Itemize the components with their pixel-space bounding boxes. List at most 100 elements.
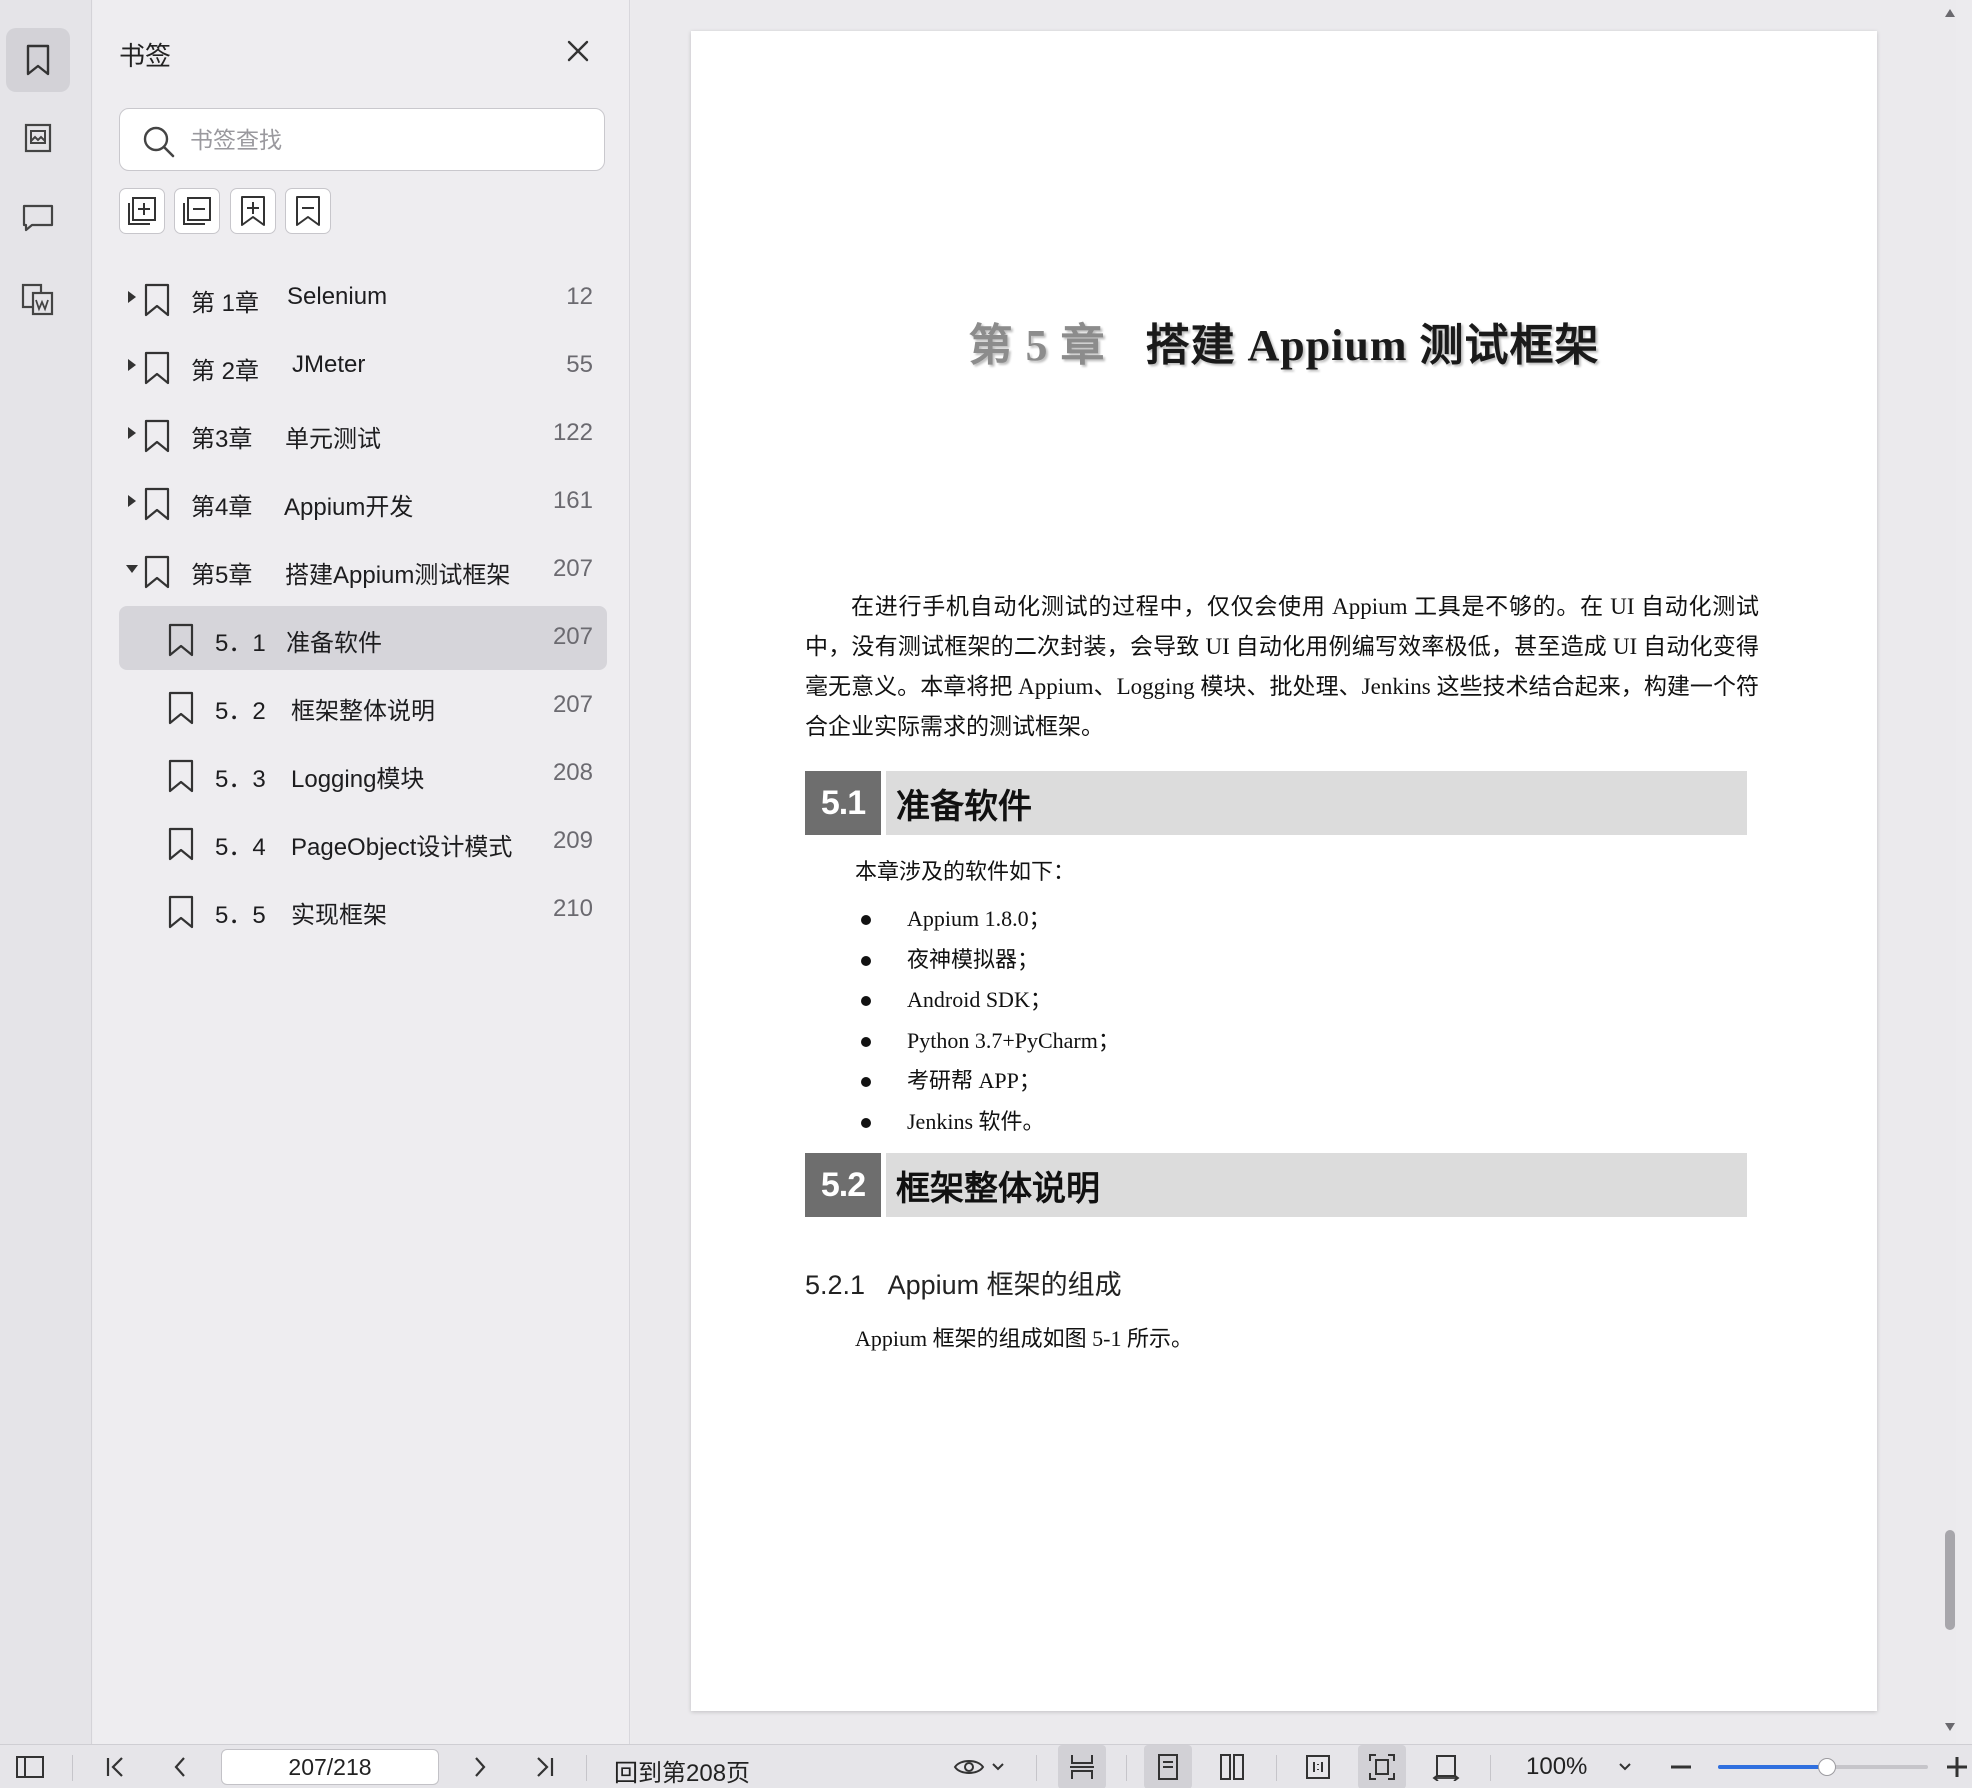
go-back-link[interactable]: 回到第208页	[614, 1753, 750, 1788]
bookmark-icon	[144, 419, 170, 453]
search-icon	[143, 126, 175, 158]
scroll-up-arrow-icon[interactable]	[1944, 8, 1956, 18]
bookmark-section-number: 5．3	[215, 766, 266, 793]
panel-title: 书签	[119, 41, 172, 71]
bookmark-title: 实现框架	[291, 902, 387, 929]
bookmark-page-number: 55	[566, 351, 593, 378]
expand-caret-icon[interactable]	[125, 494, 139, 508]
bookmark-chapter-number: 第5章	[191, 562, 253, 589]
section-number: 5.1	[805, 771, 881, 835]
zoom-slider-knob[interactable]	[1818, 1758, 1837, 1776]
expand-caret-icon[interactable]	[125, 426, 139, 440]
attachment-icon	[21, 283, 54, 316]
list-item: 夜神模拟器；	[855, 940, 1120, 981]
bookmark-page-number: 207	[552, 555, 593, 582]
single-page-button[interactable]	[1144, 1745, 1192, 1788]
bookmark-chapter-5[interactable]: 第5章 搭建Appium测试框架 207	[119, 538, 607, 602]
expand-caret-icon[interactable]	[125, 358, 139, 372]
continuous-scroll-button[interactable]	[1058, 1745, 1106, 1788]
comments-panel-button[interactable]	[6, 186, 70, 250]
two-page-icon	[1220, 1754, 1244, 1780]
document-viewer[interactable]: 第 5 章搭建 Appium 测试框架 在进行手机自动化测试的过程中，仅仅会使用…	[631, 0, 1956, 1744]
bookmark-section-5-1[interactable]: 5．1 准备软件 207	[119, 606, 607, 670]
fit-width-button[interactable]	[1422, 1745, 1470, 1788]
bookmark-chapter-1[interactable]: 第 1章 Selenium 12	[119, 266, 607, 330]
bookmarks-panel-button[interactable]	[6, 28, 70, 92]
comment-icon	[22, 204, 54, 232]
bookmark-page-number: 122	[552, 419, 593, 446]
continuous-scroll-icon	[1070, 1755, 1094, 1779]
remove-bookmark-icon	[296, 196, 320, 226]
chevron-down-icon[interactable]	[1618, 1762, 1632, 1772]
bookmark-icon	[168, 623, 194, 657]
section-lead-text: 本章涉及的软件如下：	[855, 859, 1076, 884]
subsection-heading: 5.2.1 Appium 框架的组成	[805, 1263, 1122, 1302]
first-page-button[interactable]	[98, 1745, 134, 1788]
list-item: 考研帮 APP；	[855, 1061, 1120, 1102]
zoom-level[interactable]: 100%	[1526, 1753, 1587, 1781]
collapse-all-button[interactable]	[174, 188, 220, 234]
section-number: 5.2	[805, 1153, 881, 1217]
add-bookmark-button[interactable]	[230, 188, 276, 234]
close-icon[interactable]	[563, 36, 593, 66]
thumbnails-panel-button[interactable]	[6, 106, 70, 170]
bookmark-section-5-2[interactable]: 5．2 框架整体说明 207	[119, 674, 607, 738]
section-heading-5-2: 5.2 框架整体说明	[805, 1153, 1747, 1217]
thumbnail-icon	[24, 123, 52, 153]
left-icon-rail	[0, 0, 92, 1744]
actual-size-button[interactable]	[1294, 1745, 1342, 1788]
bookmark-panel: 书签 第 1章 Selenium 12 第 2章 JMeter 55 第3章 单…	[93, 0, 630, 1744]
fit-page-button[interactable]	[1358, 1745, 1406, 1788]
scroll-down-arrow-icon[interactable]	[1944, 1722, 1956, 1732]
bookmark-section-number: 5．4	[215, 834, 266, 861]
list-item: Python 3.7+PyCharm；	[855, 1021, 1120, 1062]
bookmark-search	[119, 108, 605, 171]
bookmark-chapter-4[interactable]: 第4章 Appium开发 161	[119, 470, 607, 534]
next-page-button[interactable]	[462, 1745, 498, 1788]
add-bookmark-icon	[241, 196, 265, 226]
bookmark-title: Logging模块	[291, 766, 425, 793]
two-page-button[interactable]	[1208, 1745, 1256, 1788]
toggle-sidebar-button[interactable]	[10, 1745, 50, 1788]
bookmark-section-5-4[interactable]: 5．4 PageObject设计模式 209	[119, 810, 607, 874]
view-mode-dropdown[interactable]	[948, 1745, 1010, 1788]
zoom-slider[interactable]	[1718, 1758, 1928, 1776]
page-number-field[interactable]: 207/218	[221, 1749, 439, 1785]
bookmark-chapter-2[interactable]: 第 2章 JMeter 55	[119, 334, 607, 398]
bookmark-title: Selenium	[287, 283, 388, 310]
bookmark-section-5-5[interactable]: 5．5 实现框架 210	[119, 878, 607, 942]
bookmark-chapter-number: 第 2章	[191, 358, 260, 385]
actual-size-icon	[1306, 1755, 1330, 1779]
vertical-scrollbar[interactable]	[1938, 0, 1960, 1744]
bookmark-page-number: 207	[552, 623, 593, 650]
bookmark-page-number: 209	[552, 827, 593, 854]
fit-page-icon	[1369, 1754, 1395, 1780]
bookmark-chapter-number: 第3章	[191, 426, 253, 453]
last-page-button[interactable]	[526, 1745, 562, 1788]
expand-caret-icon[interactable]	[125, 290, 139, 304]
intro-paragraph: 在进行手机自动化测试的过程中，仅仅会使用 Appium 工具是不够的。在 UI …	[805, 594, 1759, 739]
zoom-in-button[interactable]	[1944, 1745, 1970, 1788]
subsection-text: Appium 框架的组成如图 5-1 所示。	[855, 1326, 1193, 1351]
bookmark-title: Appium开发	[284, 494, 414, 521]
subsection-number: 5.2.1	[805, 1270, 866, 1300]
bookmark-section-number: 5．2	[215, 698, 266, 725]
remove-bookmark-button[interactable]	[285, 188, 331, 234]
list-item: Appium 1.8.0；	[855, 899, 1120, 940]
attachments-panel-button[interactable]	[6, 268, 70, 332]
scrollbar-thumb[interactable]	[1945, 1530, 1955, 1630]
bookmark-icon	[168, 827, 194, 861]
search-input[interactable]	[190, 121, 580, 159]
bookmark-chapter-3[interactable]: 第3章 单元测试 122	[119, 402, 607, 466]
bookmark-section-5-3[interactable]: 5．3 Logging模块 208	[119, 742, 607, 806]
document-page: 第 5 章搭建 Appium 测试框架 在进行手机自动化测试的过程中，仅仅会使用…	[691, 31, 1877, 1711]
collapse-caret-icon[interactable]	[125, 562, 139, 576]
bookmark-title: 框架整体说明	[291, 698, 435, 725]
bookmark-icon	[26, 44, 50, 76]
previous-page-button[interactable]	[162, 1745, 198, 1788]
bookmark-icon	[168, 691, 194, 725]
list-item: Android SDK；	[855, 980, 1120, 1021]
expand-all-button[interactable]	[119, 188, 165, 234]
chapter-heading: 第 5 章搭建 Appium 测试框架	[691, 309, 1877, 373]
zoom-out-button[interactable]	[1664, 1745, 1698, 1788]
